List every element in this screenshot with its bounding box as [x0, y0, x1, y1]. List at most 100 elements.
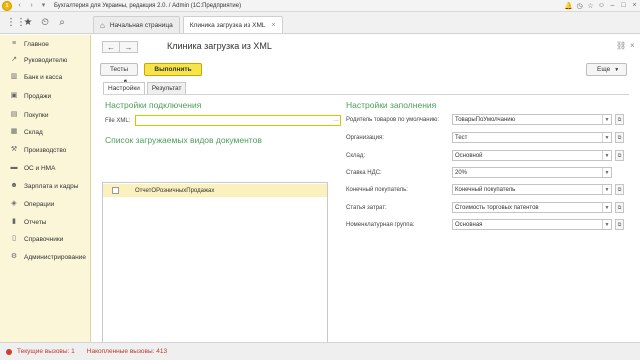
sidebar-item-manager[interactable]: ↗ Руководителю — [0, 53, 91, 67]
sidebar-item-label: Справочники — [24, 235, 64, 243]
more-button[interactable]: Еще ▼ — [586, 63, 627, 76]
subtab-settings[interactable]: Настройки — [103, 82, 145, 94]
sidebar-item-assets[interactable]: ▬ ОС и НМА — [0, 161, 91, 175]
dropdown-arrow-icon[interactable]: ▼ — [602, 133, 611, 142]
sidebar-item-label: Продажи — [24, 92, 52, 100]
list-item[interactable]: ОтчетОРозничныхПродажах — [103, 184, 327, 197]
sidebar-item-references[interactable]: ▯ Справочники — [0, 232, 91, 246]
chevron-down-icon: ▼ — [614, 66, 620, 73]
warehouse-select[interactable]: Основной ▼ — [452, 150, 612, 161]
open-nomenclature-icon[interactable]: ⧉ — [615, 219, 624, 230]
star-icon[interactable]: ☆ — [585, 2, 596, 10]
main-form: ← → Клиника загрузка из XML ⛓ × Тесты Вы… — [92, 35, 640, 360]
arrow-left-icon[interactable]: ‹ — [15, 1, 24, 10]
sidebar-item-warehouse[interactable]: ▦ Склад — [0, 125, 91, 139]
sidebar-item-purchases[interactable]: ▤ Покупки — [0, 108, 91, 122]
accumulated-calls: Накопленные вызовы: 413 — [86, 348, 168, 355]
nomenclature-group-select[interactable]: Основная ▼ — [452, 219, 612, 230]
organization-select[interactable]: Тест ▼ — [452, 132, 612, 143]
vat-rate-select[interactable]: 20% ▼ — [452, 167, 612, 178]
minimize-icon[interactable]: – — [607, 2, 618, 9]
sidebar-item-production[interactable]: ⚒ Производство — [0, 143, 91, 157]
close-tab-icon[interactable]: × — [272, 22, 276, 29]
sidebar-item-label: Руководителю — [24, 56, 68, 64]
sidebar-item-bank[interactable]: ▥ Банк и касса — [0, 70, 91, 84]
doc-kinds-list[interactable]: ОтчетОРозничныхПродажах — [102, 182, 328, 360]
apps-grid-icon[interactable]: ⋮⋮ — [6, 18, 26, 28]
dropdown-arrow-icon[interactable]: ▼ — [602, 168, 611, 177]
dropdown-arrow-icon[interactable]: ▼ — [602, 185, 611, 194]
expense-item-value: Стоимость торговых патентов — [455, 204, 539, 211]
open-organization-icon[interactable]: ⧉ — [615, 132, 624, 143]
open-expense-icon[interactable]: ⧉ — [615, 202, 624, 213]
dropdown-arrow-icon[interactable]: ▼ — [602, 151, 611, 160]
arrow-forward-icon: → — [124, 42, 133, 52]
open-parent-icon[interactable]: ⧉ — [615, 114, 624, 125]
link-icon[interactable]: ⛓ — [616, 41, 626, 50]
search-icon[interactable]: ⌕ — [57, 18, 67, 28]
vat-rate-value: 20% — [455, 169, 468, 176]
doc-kind-checkbox[interactable] — [112, 187, 119, 194]
history-icon[interactable]: ◷ — [574, 2, 585, 10]
subtab-result[interactable]: Результат — [146, 82, 187, 94]
dropdown-arrow-icon[interactable]: ▼ — [602, 220, 611, 229]
maximize-icon[interactable]: □ — [618, 2, 629, 9]
run-button[interactable]: Выполнить — [144, 63, 202, 76]
field-label-parent: Родитель товаров по умолчанию: — [346, 117, 440, 123]
sidebar-item-reports[interactable]: ▮ Отчеты — [0, 215, 91, 229]
sidebar-item-admin[interactable]: ⚙ Администрирование — [0, 250, 91, 264]
menu-lines-icon: ≡ — [11, 40, 17, 47]
end-buyer-select[interactable]: Конечный покупатель ▼ — [452, 184, 612, 195]
dropdown-arrow-icon[interactable]: ▼ — [602, 115, 611, 124]
history-clock-icon[interactable]: ⏲ — [40, 18, 50, 28]
operations-icon: ◈ — [11, 200, 17, 207]
tests-button[interactable]: Тесты — [100, 63, 138, 76]
sidebar-item-label: Банк и касса — [24, 73, 63, 81]
organization-value: Тест — [455, 134, 468, 141]
field-label-organization: Организация: — [346, 135, 384, 141]
close-window-icon[interactable]: × — [629, 2, 640, 9]
window-title: Бухгалтерия для Украины, редакция 2.0. /… — [54, 2, 242, 9]
doc-kind-label: ОтчетОРозничныхПродажах — [135, 187, 215, 194]
sidebar-item-label: Склад — [24, 128, 43, 136]
tab-xml-import-label: Клиника загрузка из XML — [189, 21, 266, 29]
sidebar-item-label: Отчеты — [24, 218, 47, 226]
field-label-expense: Статья затрат: — [346, 205, 387, 211]
open-warehouse-icon[interactable]: ⧉ — [615, 150, 624, 161]
user-icon[interactable]: ☺ — [596, 2, 607, 9]
bell-icon[interactable]: 🔔 — [563, 2, 574, 10]
expense-item-select[interactable]: Стоимость торговых патентов ▼ — [452, 202, 612, 213]
open-buyer-icon[interactable]: ⧉ — [615, 184, 624, 195]
assets-icon: ▬ — [10, 164, 18, 171]
sidebar-item-label: Операции — [24, 200, 55, 208]
window-menu-icon[interactable]: ▾ — [39, 1, 48, 10]
sidebar-item-sales[interactable]: ▣ Продажи — [0, 89, 91, 103]
arrow-back-icon: ← — [107, 42, 115, 52]
favorites-star-icon[interactable]: ★ — [23, 18, 33, 28]
sidebar-item-label: Покупки — [24, 111, 49, 119]
arrow-right-icon[interactable]: › — [27, 1, 36, 10]
tab-xml-import[interactable]: Клиника загрузка из XML × — [182, 16, 283, 33]
ellipsis-icon[interactable]: … — [333, 116, 339, 125]
sidebar-item-main[interactable]: ≡ Главное — [0, 37, 91, 51]
form-title: Клиника загрузка из XML — [167, 41, 272, 51]
sidebar-item-label: Зарплата и кадры — [24, 182, 79, 190]
shopping-bag-icon: ▣ — [10, 92, 18, 99]
tab-home[interactable]: ⌂ Начальная страница — [93, 16, 180, 33]
parent-goods-value: ТоварыПоУмолчанию — [455, 116, 516, 123]
sidebar-item-payroll[interactable]: ☻ Зарплата и кадры — [0, 179, 91, 193]
current-calls: Текущие вызовы: 1 — [17, 348, 75, 355]
sidebar-item-label: ОС и НМА — [24, 164, 56, 172]
parent-goods-select[interactable]: ТоварыПоУмолчанию ▼ — [452, 114, 612, 125]
trend-chart-icon: ↗ — [11, 56, 17, 63]
file-xml-input[interactable]: … — [135, 115, 341, 126]
sidebar-item-operations[interactable]: ◈ Операции — [0, 197, 91, 211]
reports-icon: ▮ — [12, 218, 16, 225]
warehouse-value: Основной — [455, 152, 483, 159]
back-button[interactable]: ← — [102, 41, 120, 53]
close-form-icon[interactable]: × — [630, 41, 635, 50]
sidebar-item-label: Администрирование — [24, 253, 86, 261]
dropdown-arrow-icon[interactable]: ▼ — [602, 203, 611, 212]
gear-icon: ⚙ — [10, 253, 18, 260]
forward-button[interactable]: → — [120, 41, 138, 53]
